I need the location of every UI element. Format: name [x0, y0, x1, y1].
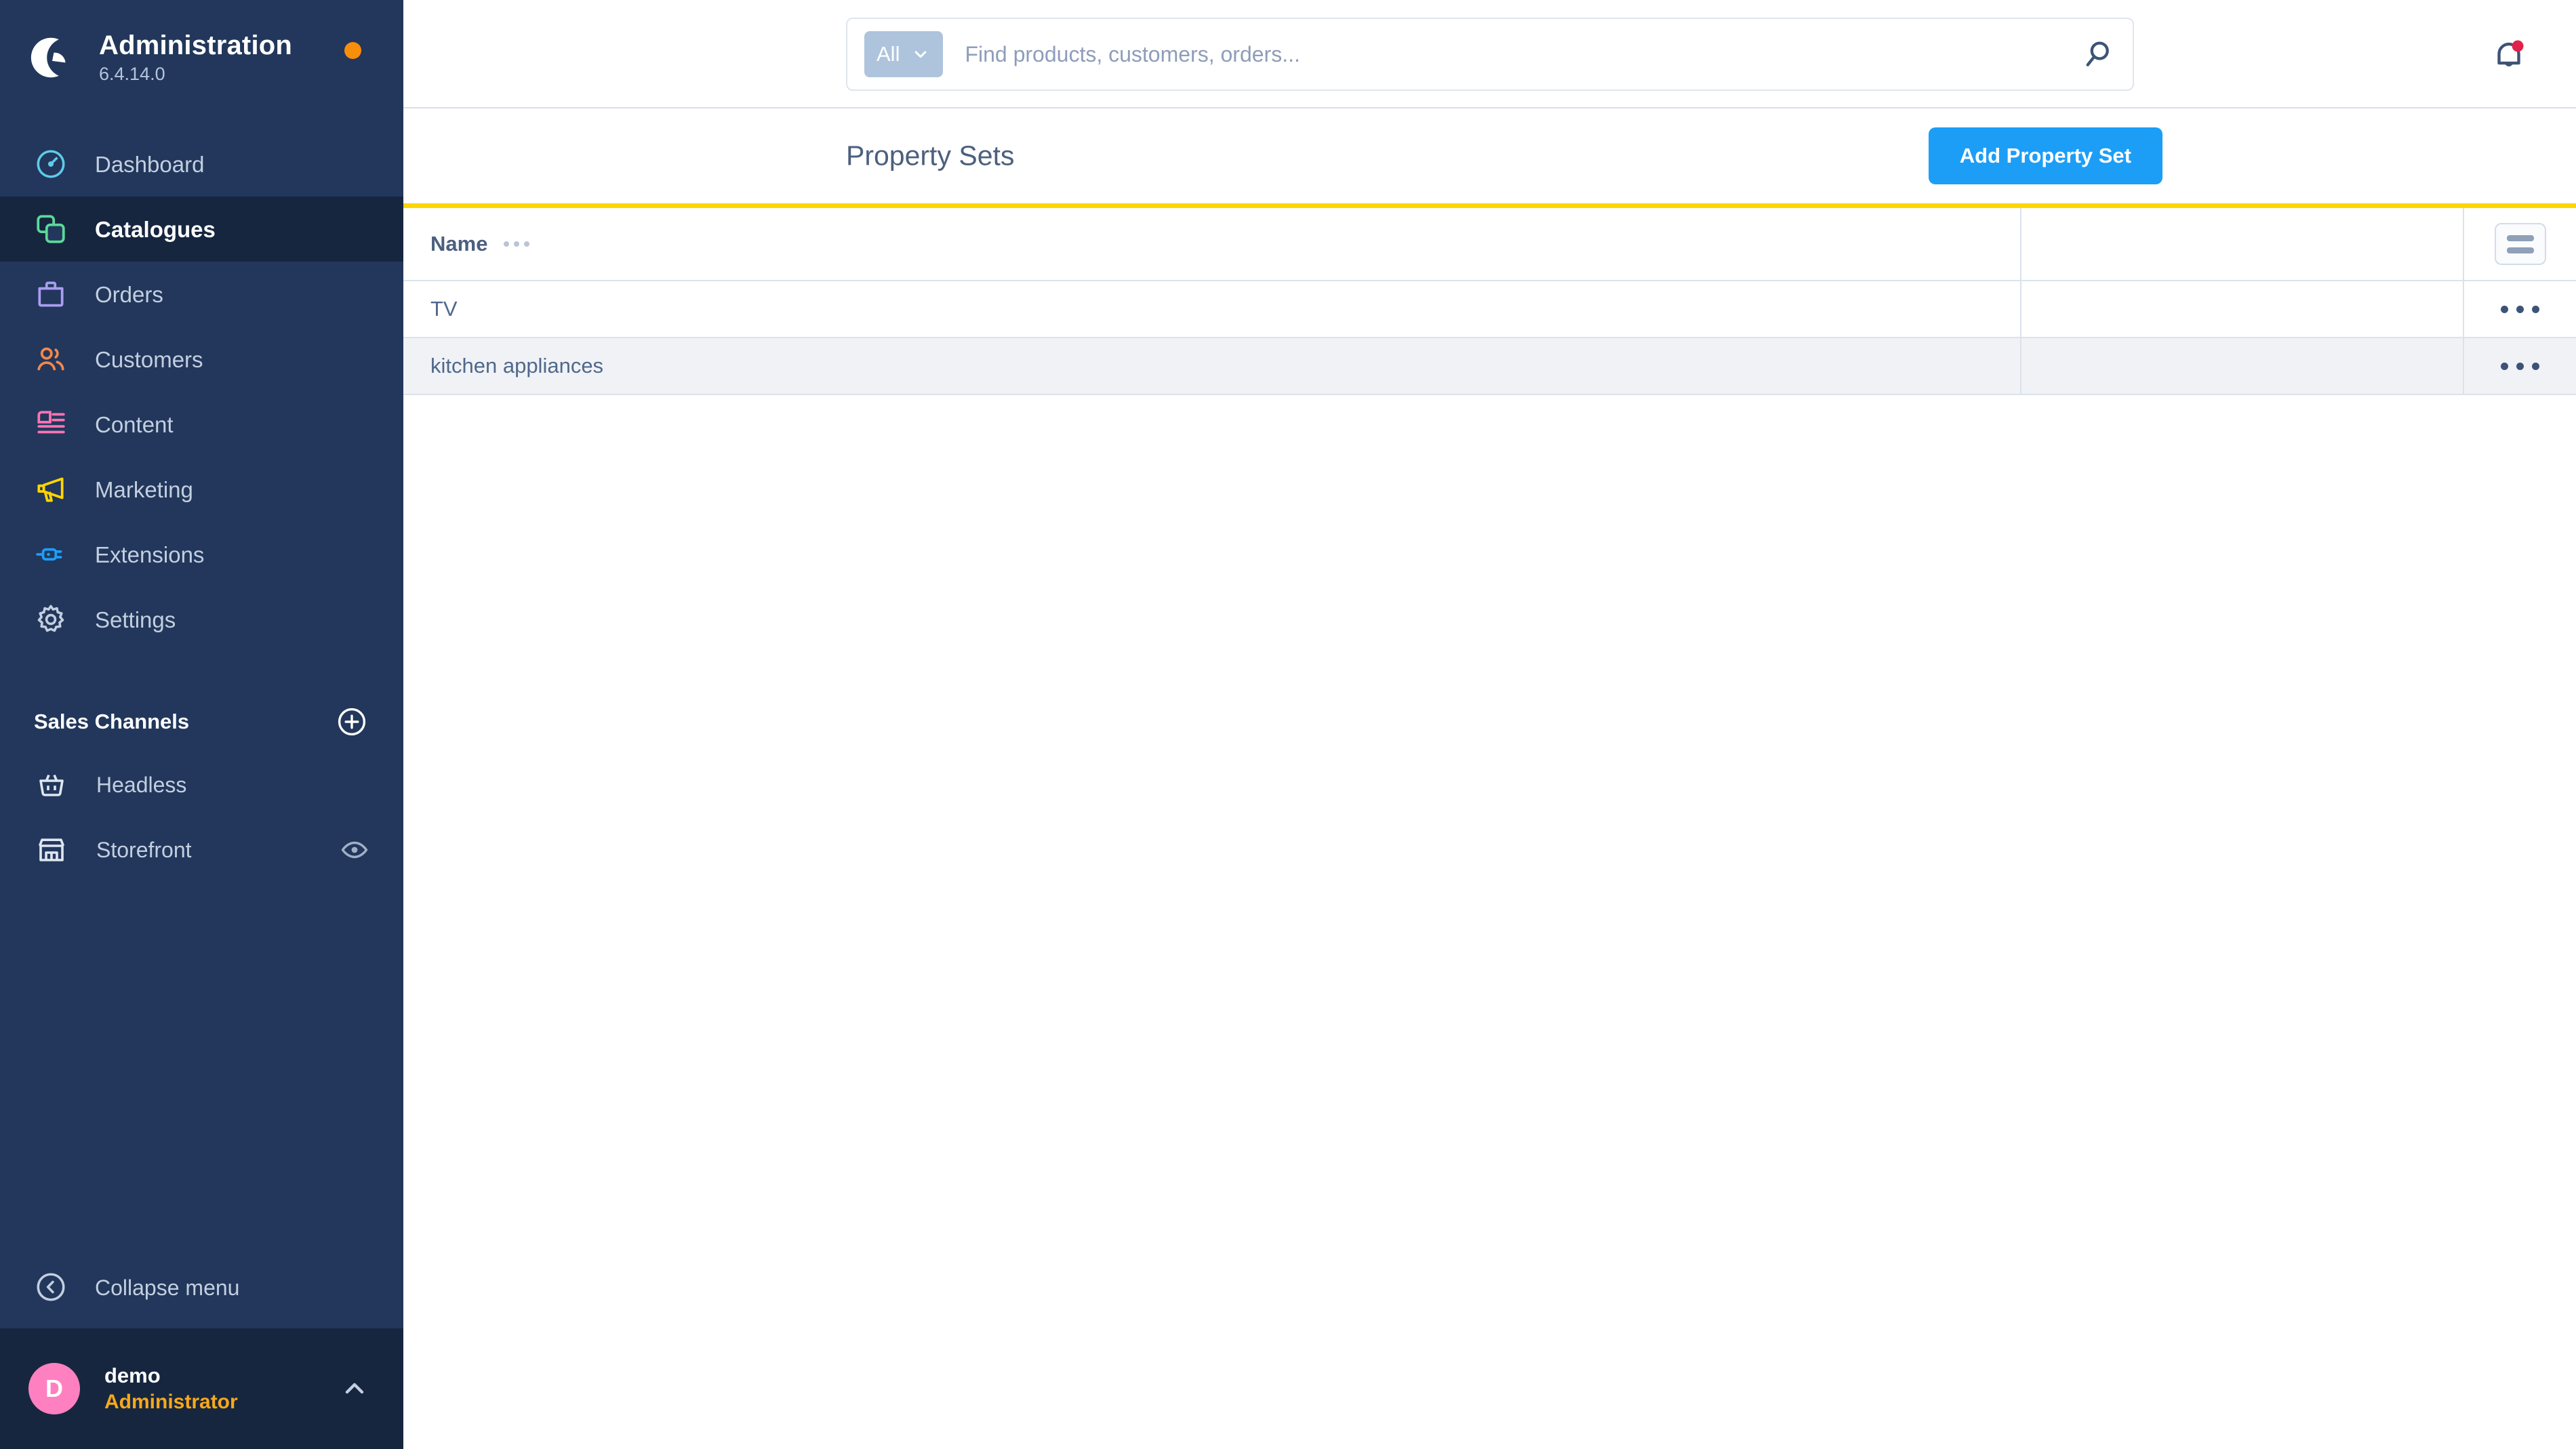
search-icon[interactable]	[2080, 36, 2116, 73]
page-title: Property Sets	[846, 140, 1015, 171]
context-menu-dots-icon[interactable]	[2501, 362, 2539, 370]
sidebar-item-storefront[interactable]: Storefront	[0, 817, 403, 882]
chevron-up-icon[interactable]	[338, 1372, 371, 1405]
table-cell-name: kitchen appliances	[403, 338, 2021, 394]
admin-app: Administration 6.4.14.0 Dashboard Catalo…	[0, 0, 2576, 1449]
table-cell-spacer	[2021, 281, 2464, 337]
bell-icon[interactable]	[2489, 35, 2529, 75]
page-header: Property Sets Add Property Set	[403, 108, 2576, 203]
user-name: demo	[104, 1363, 161, 1387]
table-cell-spacer	[2021, 338, 2464, 394]
column-header-label: Name	[430, 232, 488, 256]
sidebar-item-catalogues[interactable]: Catalogues	[0, 197, 403, 262]
search-scope-label: All	[877, 42, 900, 66]
sales-channels-title: Sales Channels	[34, 710, 190, 733]
app-title: Administration	[99, 30, 293, 61]
eye-icon[interactable]	[340, 835, 369, 865]
layout-lines-icon	[33, 406, 69, 443]
table-cell-name: TV	[403, 281, 2021, 337]
drag-dots-icon[interactable]	[504, 241, 530, 247]
user-role: Administrator	[104, 1390, 238, 1413]
shop-icon	[34, 832, 69, 868]
sidebar-item-content[interactable]: Content	[0, 392, 403, 457]
sidebar-item-headless[interactable]: Headless	[0, 752, 403, 817]
sales-channels-header: Sales Channels	[0, 691, 403, 752]
plug-icon	[33, 536, 69, 573]
app-version: 6.4.14.0	[99, 64, 165, 85]
property-set-name: TV	[430, 297, 458, 321]
brand-text-block: Administration 6.4.14.0	[99, 30, 292, 85]
copy-stack-icon	[33, 211, 69, 247]
sidebar-item-settings[interactable]: Settings	[0, 587, 403, 652]
sidebar: Administration 6.4.14.0 Dashboard Catalo…	[0, 0, 403, 1449]
property-sets-table: Name TV kitchen appliances	[403, 203, 2576, 1449]
sidebar-item-label: Content	[95, 411, 174, 437]
sidebar-item-dashboard[interactable]: Dashboard	[0, 131, 403, 197]
property-set-name: kitchen appliances	[430, 354, 604, 377]
table-row[interactable]: TV	[403, 281, 2576, 338]
context-menu-dots-icon[interactable]	[2501, 305, 2539, 313]
table-row[interactable]: kitchen appliances	[403, 338, 2576, 395]
sidebar-item-label: Marketing	[95, 476, 193, 502]
sidebar-brand-header[interactable]: Administration 6.4.14.0	[0, 0, 403, 115]
column-settings-icon[interactable]	[2494, 223, 2546, 265]
search-scope-dropdown[interactable]: All	[864, 31, 944, 77]
plus-circle-icon[interactable]	[336, 706, 368, 738]
sidebar-item-orders[interactable]: Orders	[0, 262, 403, 327]
main-navigation: Dashboard Catalogues Orders Customers Co…	[0, 131, 403, 652]
collapse-menu-label: Collapse menu	[95, 1275, 240, 1300]
sidebar-item-label: Orders	[95, 281, 163, 307]
search-input[interactable]	[965, 41, 2066, 67]
user-meta: demo Administrator	[104, 1363, 338, 1414]
global-search[interactable]: All	[846, 18, 2134, 91]
table-cell-actions	[2464, 281, 2576, 337]
sidebar-item-label: Settings	[95, 607, 176, 632]
gear-icon	[33, 601, 69, 638]
speedometer-icon	[33, 146, 69, 182]
top-bar: All	[403, 0, 2576, 108]
shopware-logo-icon	[26, 31, 79, 84]
basket-icon	[34, 767, 69, 802]
table-header-row: Name	[403, 208, 2576, 281]
update-available-dot[interactable]	[344, 42, 361, 59]
sidebar-item-marketing[interactable]: Marketing	[0, 457, 403, 522]
collapse-menu-button[interactable]: Collapse menu	[0, 1247, 403, 1328]
sidebar-item-label: Extensions	[95, 542, 205, 567]
channel-label: Storefront	[96, 837, 192, 862]
table-cell-actions	[2464, 338, 2576, 394]
megaphone-icon	[33, 471, 69, 508]
column-header-name[interactable]: Name	[403, 208, 2021, 280]
column-settings-cell	[2464, 208, 2576, 280]
sidebar-item-label: Dashboard	[95, 151, 205, 177]
users-icon	[33, 341, 69, 377]
sidebar-item-label: Customers	[95, 346, 203, 372]
user-profile-bar[interactable]: D demo Administrator	[0, 1328, 403, 1449]
avatar: D	[28, 1363, 80, 1414]
main-area: All Find products, customers, orders... …	[403, 0, 2576, 1449]
add-property-set-button[interactable]: Add Property Set	[1928, 127, 2162, 184]
column-header-spacer	[2021, 208, 2464, 280]
channel-label: Headless	[96, 772, 187, 797]
chevron-down-icon	[910, 44, 931, 64]
sidebar-item-customers[interactable]: Customers	[0, 327, 403, 392]
bag-icon	[33, 276, 69, 312]
sidebar-item-label: Catalogues	[95, 216, 216, 242]
sidebar-item-extensions[interactable]: Extensions	[0, 522, 403, 587]
chevron-left-circle-icon	[34, 1270, 69, 1305]
